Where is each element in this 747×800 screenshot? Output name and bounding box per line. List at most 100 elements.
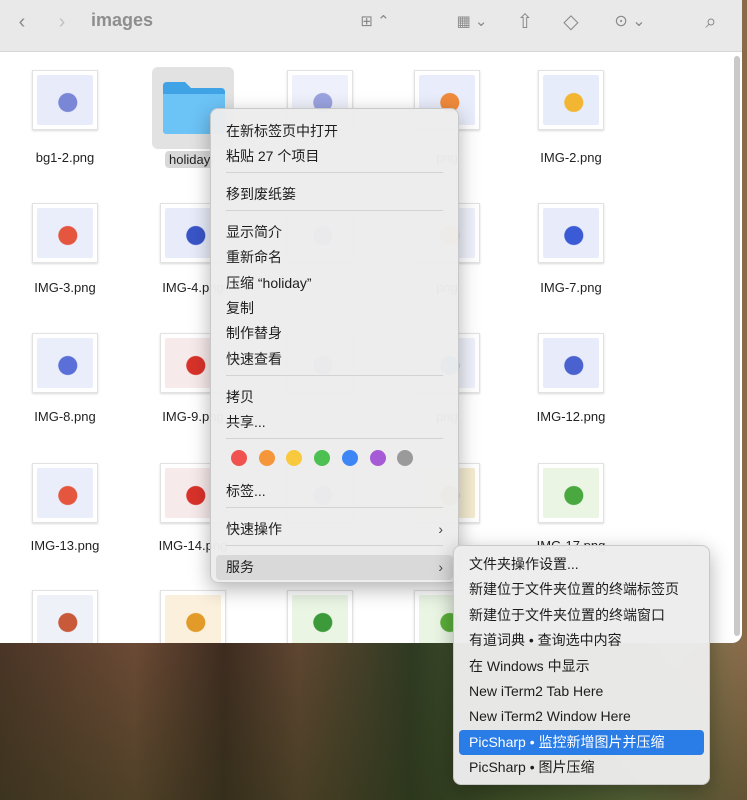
file-item[interactable]: IMG-13.png (5, 459, 125, 569)
tag-color-dot[interactable] (397, 450, 414, 466)
chevron-right-icon: › (438, 521, 443, 537)
menu-item-label: 显示简介 (226, 224, 282, 240)
file-label: IMG-13.png (30, 538, 100, 553)
menu-item-label: 快速查看 (226, 351, 282, 367)
menu-item-label: 新建位于文件夹位置的终端窗口 (469, 606, 665, 623)
context-menu-item[interactable]: 粘贴 27 个项目 (216, 144, 453, 169)
menu-item-label: 制作替身 (226, 325, 282, 341)
image-thumbnail (538, 70, 604, 130)
file-item[interactable]: IMG-12.png (511, 329, 631, 439)
file-item[interactable] (133, 586, 253, 643)
menu-item-label: 粘贴 27 个项目 (226, 148, 320, 164)
file-label: IMG-8.png (34, 409, 96, 424)
more-actions-icon[interactable]: ⊙ ⌄ (608, 10, 652, 34)
chevron-left-icon[interactable]: ‹ (12, 10, 32, 34)
file-label: bg1-2.png (35, 150, 95, 165)
file-label: IMG-7.png (540, 280, 602, 295)
context-menu-item[interactable]: 拷贝 (216, 385, 453, 410)
scrollbar[interactable] (734, 56, 740, 636)
file-label: IMG-2.png (540, 150, 602, 165)
chevron-right-icon: › (438, 559, 443, 575)
context-menu-item[interactable]: 共享... (216, 410, 453, 435)
services-menu-item[interactable]: 新建位于文件夹位置的终端标签页 (459, 577, 704, 602)
file-label: IMG-12.png (536, 409, 606, 424)
context-menu-item[interactable]: 快速查看 (216, 347, 453, 372)
image-thumbnail (538, 333, 604, 393)
menu-item-label: PicSharp • 监控新增图片并压缩 (469, 733, 665, 750)
menu-item-label: 复制 (226, 300, 254, 316)
menu-item-label: 共享... (226, 414, 266, 430)
services-menu-item[interactable]: PicSharp • 监控新增图片并压缩 (459, 729, 704, 755)
image-thumbnail (32, 70, 98, 130)
tag-color-dot[interactable] (231, 450, 247, 466)
services-menu-item[interactable]: New iTerm2 Tab Here (459, 679, 704, 704)
context-menu-item[interactable]: 服务 › (216, 555, 453, 580)
menu-item-label: 在 Windows 中显示 (469, 657, 590, 674)
image-thumbnail (538, 463, 604, 523)
context-menu-item[interactable]: 移到废纸篓 (216, 182, 453, 207)
menu-separator (226, 210, 443, 211)
services-menu-item[interactable]: 在 Windows 中显示 (459, 654, 704, 679)
menu-item-label: 移到废纸篓 (226, 186, 296, 202)
services-menu-item[interactable]: PicSharp • 图片压缩 (459, 755, 704, 780)
menu-item-label: 有道词典 • 查询选中内容 (469, 632, 622, 649)
image-thumbnail (32, 333, 98, 393)
image-thumbnail (32, 463, 98, 523)
menu-separator (226, 438, 443, 439)
file-item[interactable]: IMG-8.png (5, 329, 125, 439)
menu-item-label: New iTerm2 Window Here (469, 708, 631, 725)
context-menu-item[interactable]: 重新命名 (216, 245, 453, 270)
menu-item-label: 服务 (226, 559, 254, 575)
tag-color-dot[interactable] (286, 450, 303, 466)
file-item[interactable]: IMG-7.png (511, 199, 631, 309)
menu-item-label: 标签... (226, 483, 266, 499)
context-menu-item[interactable]: 显示简介 (216, 220, 453, 245)
services-submenu: 文件夹操作设置... 新建位于文件夹位置的终端标签页 新建位于文件夹位置的终端窗口有… (453, 545, 710, 785)
tag-icon[interactable]: ◇ (558, 10, 584, 34)
menu-item-label: 快速操作 (226, 521, 282, 537)
context-menu-item[interactable]: 制作替身 (216, 321, 453, 346)
toolbar: ‹ › images ⊞ ⌃ ▦ ⌄ ⇧ ◇ ⊙ ⌄ ⌕ (0, 0, 742, 52)
menu-separator (226, 545, 443, 546)
menu-separator (226, 172, 443, 173)
context-menu-item[interactable]: 复制 (216, 296, 453, 321)
tag-color-dot[interactable] (369, 450, 386, 466)
context-menu-item[interactable]: 快速操作 › (216, 517, 453, 542)
image-thumbnail (32, 203, 98, 263)
menu-item-label: 在新标签页中打开 (226, 123, 338, 139)
tag-color-dot[interactable] (258, 450, 275, 466)
context-menu-item[interactable]: 压缩 “holiday” (216, 271, 453, 296)
file-item[interactable] (5, 586, 125, 643)
file-item[interactable]: IMG-3.png (5, 199, 125, 309)
menu-item-label: 文件夹操作设置... (469, 556, 579, 572)
file-label[interactable]: holiday (165, 151, 215, 168)
chevron-right-icon[interactable]: › (52, 10, 72, 34)
file-item[interactable] (260, 586, 380, 643)
services-menu-item[interactable]: 文件夹操作设置... (459, 552, 704, 577)
context-menu-item[interactable]: 在新标签页中打开 (216, 119, 453, 144)
image-thumbnail (160, 590, 226, 643)
menu-item-label: 新建位于文件夹位置的终端标签页 (469, 581, 679, 598)
menu-item-label: 拷贝 (226, 389, 254, 405)
file-item[interactable]: bg1-2.png (5, 66, 125, 176)
menu-item-label: PicSharp • 图片压缩 (469, 759, 595, 776)
services-menu-item[interactable]: 有道词典 • 查询选中内容 (459, 628, 704, 653)
search-icon[interactable]: ⌕ (698, 10, 724, 34)
tag-color-row (231, 450, 431, 466)
file-label: IMG-3.png (34, 280, 96, 295)
menu-item-label: 压缩 “holiday” (226, 275, 312, 291)
menu-item-label: New iTerm2 Tab Here (469, 683, 604, 699)
icon-view-grid-icon[interactable]: ⊞ ⌃ (355, 10, 395, 34)
services-menu-item[interactable]: 新建位于文件夹位置的终端窗口 (459, 603, 704, 628)
image-thumbnail (538, 203, 604, 263)
image-thumbnail (32, 590, 98, 643)
tag-color-dot[interactable] (314, 450, 331, 466)
image-thumbnail (287, 590, 353, 643)
share-icon[interactable]: ⇧ (513, 10, 537, 34)
services-menu-item[interactable]: New iTerm2 Window Here (459, 704, 704, 729)
group-by-icon[interactable]: ▦ ⌄ (450, 10, 494, 34)
file-item[interactable]: IMG-2.png (511, 66, 631, 176)
menu-separator (226, 375, 443, 376)
tag-color-dot[interactable] (341, 450, 358, 466)
context-menu-item[interactable]: 标签... (216, 479, 453, 504)
